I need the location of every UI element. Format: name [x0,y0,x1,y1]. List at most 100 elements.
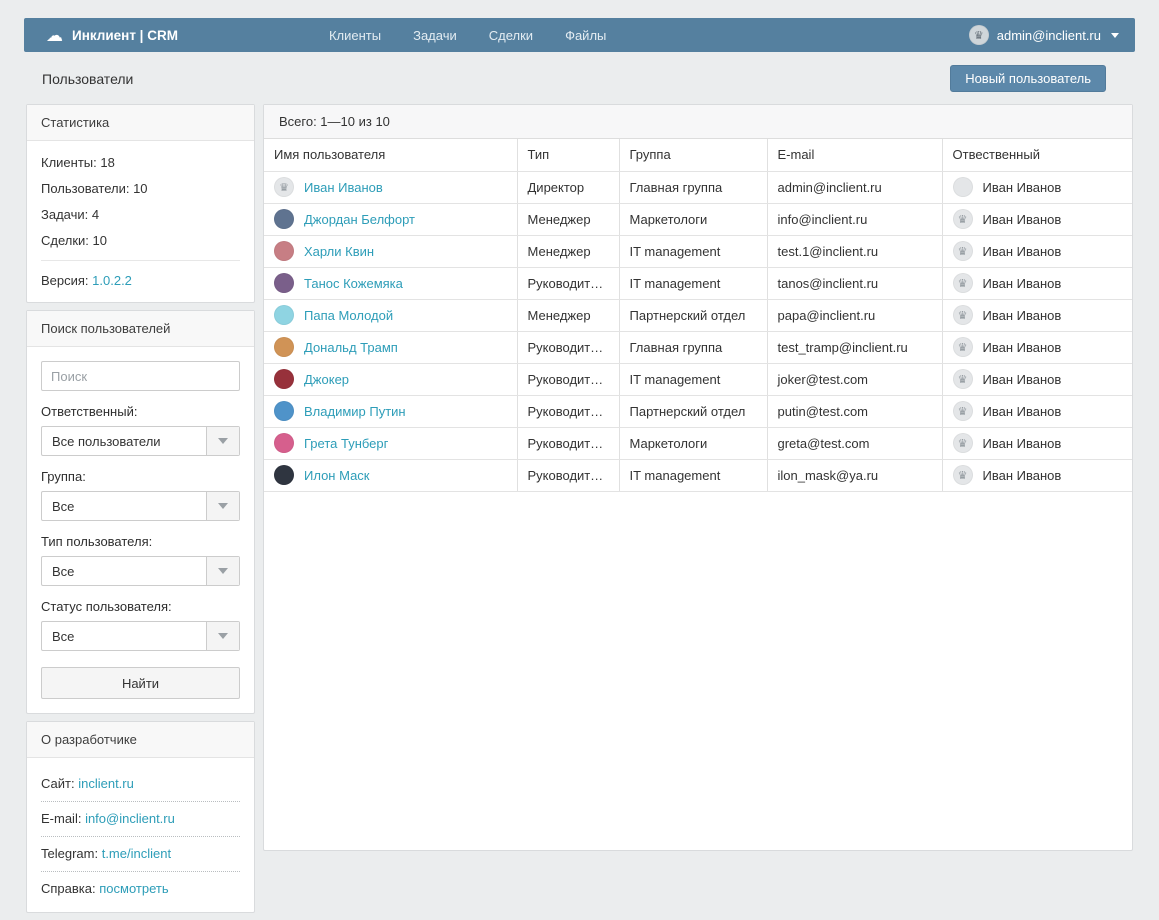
new-user-button[interactable]: Новый пользователь [950,65,1106,92]
responsible-avatar: ♛ [953,433,973,453]
brand-logo[interactable]: ☁ Инклиент | CRM [24,27,198,44]
user-type-select[interactable]: Все [41,556,240,586]
nav-item-files[interactable]: Файлы [549,18,622,52]
stat-clients: Клиенты: 18 [41,155,240,170]
user-avatar [274,337,294,357]
user-name-link[interactable]: Илон Маск [304,468,370,483]
user-group: Маркетологи [619,203,767,235]
chevron-down-icon [218,438,228,444]
about-email-row: E-mail: info@inclient.ru [41,802,240,837]
user-avatar [274,369,294,389]
about-help-row: Справка: посмотреть [41,872,240,898]
search-submit-button[interactable]: Найти [41,667,240,699]
crown-icon: ♛ [958,214,968,225]
chevron-down-icon [1111,33,1119,38]
responsible-avatar: ♛ [953,209,973,229]
user-avatar [274,401,294,421]
user-avatar [274,465,294,485]
nav-item-deals[interactable]: Сделки [473,18,549,52]
email-link[interactable]: info@inclient.ru [85,811,175,826]
user-name-link[interactable]: Джокер [304,372,349,387]
user-name-link[interactable]: Папа Молодой [304,308,393,323]
user-status-select[interactable]: Все [41,621,240,651]
crown-icon: ♛ [958,278,968,289]
responsible-name: Иван Иванов [983,468,1062,483]
filter-label-user-type: Тип пользователя: [41,534,240,549]
chevron-down-icon [218,503,228,509]
user-name-link[interactable]: Танос Кожемяка [304,276,403,291]
user-avatar [274,433,294,453]
responsible-name: Иван Иванов [983,244,1062,259]
table-row: Папа Молодой Менеджер Партнерский отдел … [264,299,1132,331]
user-name-link[interactable]: Харли Квин [304,244,374,259]
table-row: Джордан Белфорт Менеджер Маркетологи inf… [264,203,1132,235]
site-link[interactable]: inclient.ru [78,776,134,791]
user-email: test_tramp@inclient.ru [767,331,942,363]
crown-icon: ♛ [958,438,968,449]
responsible-name: Иван Иванов [983,212,1062,227]
user-avatar-icon: ♛ [969,25,989,45]
table-row: Танос Кожемяка Руководитель IT managemen… [264,267,1132,299]
users-panel: Всего: 1—10 из 10 Имя пользователя Тип Г… [263,104,1133,851]
user-email: info@inclient.ru [767,203,942,235]
about-telegram-label: Telegram: [41,846,102,861]
stat-deals: Сделки: 10 [41,233,240,248]
user-email-label: admin@inclient.ru [997,28,1101,43]
user-type: Руководитель [517,395,619,427]
about-panel: О разработчике Сайт: inclient.ru E-mail:… [26,721,255,913]
user-email: putin@test.com [767,395,942,427]
user-group: Главная группа [619,331,767,363]
version-link[interactable]: 1.0.2.2 [92,273,132,288]
table-row: ♛ Иван Иванов Директор Главная группа ad… [264,171,1132,203]
user-type: Руководитель [517,267,619,299]
user-menu[interactable]: ♛ admin@inclient.ru [953,18,1135,52]
user-type-select-value: Все [42,557,206,585]
user-avatar [274,209,294,229]
user-group: IT management [619,235,767,267]
user-type: Менеджер [517,203,619,235]
header-email: E-mail [767,139,942,171]
responsible-avatar [953,177,973,197]
about-site-label: Сайт: [41,776,78,791]
filter-label-responsible: Ответственный: [41,404,240,419]
user-email: papa@inclient.ru [767,299,942,331]
brand-label: Инклиент | CRM [72,28,178,43]
nav-item-tasks[interactable]: Задачи [397,18,473,52]
table-row: Грета Тунберг Руководитель Маркетологи g… [264,427,1132,459]
table-row: Илон Маск Руководитель IT management ilo… [264,459,1132,491]
user-group: Партнерский отдел [619,299,767,331]
user-email: greta@test.com [767,427,942,459]
user-email: admin@inclient.ru [767,171,942,203]
responsible-select[interactable]: Все пользователи [41,426,240,456]
responsible-avatar: ♛ [953,369,973,389]
user-name-link[interactable]: Владимир Путин [304,404,406,419]
responsible-avatar: ♛ [953,241,973,261]
select-addon [206,492,239,520]
user-type: Руководитель [517,459,619,491]
responsible-name: Иван Иванов [983,180,1062,195]
table-header-row: Имя пользователя Тип Группа E-mail Отвес… [264,139,1132,171]
telegram-link[interactable]: t.me/inclient [102,846,171,861]
top-navbar: ☁ Инклиент | CRM Клиенты Задачи Сделки Ф… [24,18,1135,52]
user-name-link[interactable]: Дональд Трамп [304,340,398,355]
responsible-name: Иван Иванов [983,340,1062,355]
search-panel: Поиск пользователей Ответственный: Все п… [26,310,255,714]
user-avatar [274,305,294,325]
help-link[interactable]: посмотреть [99,881,168,896]
user-name-link[interactable]: Джордан Белфорт [304,212,415,227]
user-name-link[interactable]: Грета Тунберг [304,436,388,451]
responsible-avatar: ♛ [953,401,973,421]
crown-icon: ♛ [958,374,968,385]
nav-item-clients[interactable]: Клиенты [313,18,397,52]
responsible-name: Иван Иванов [983,372,1062,387]
user-group: Главная группа [619,171,767,203]
group-select[interactable]: Все [41,491,240,521]
stats-panel: Статистика Клиенты: 18 Пользователи: 10 … [26,104,255,303]
select-addon [206,557,239,585]
crown-icon: ♛ [958,406,968,417]
search-input[interactable] [41,361,240,391]
sidebar: Статистика Клиенты: 18 Пользователи: 10 … [26,104,255,920]
crown-icon: ♛ [958,246,968,257]
user-name-link[interactable]: Иван Иванов [304,180,383,195]
cloud-icon: ☁ [46,27,63,44]
